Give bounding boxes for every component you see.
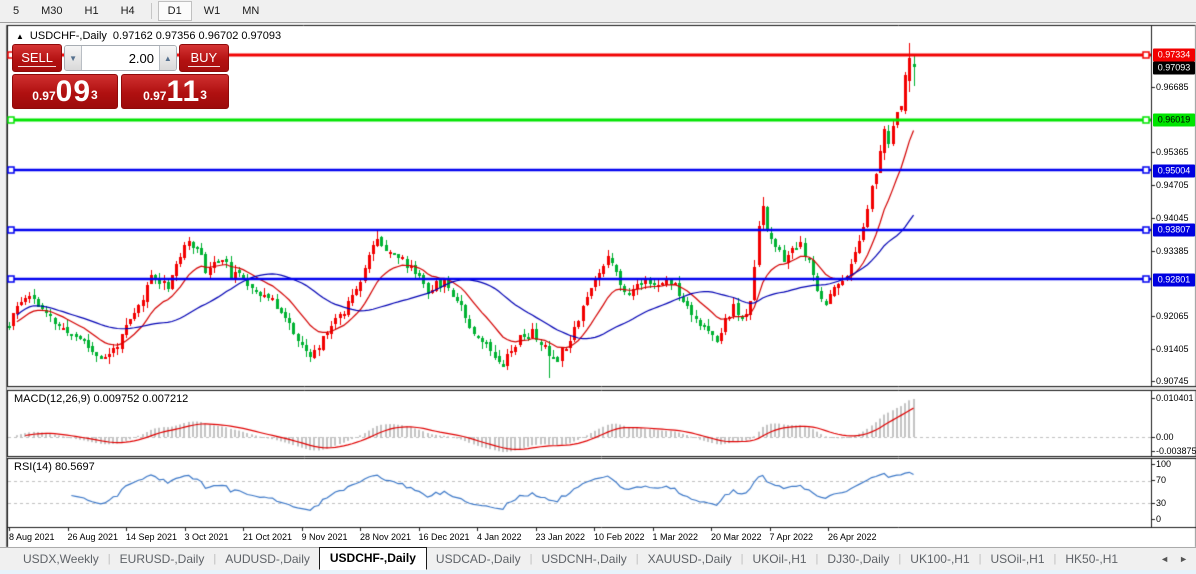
chart-tab-bar: USDX,Weekly|EURUSD-,Daily|AUDUSD-,DailyU…	[0, 547, 1196, 570]
tabs-scroll-left-button[interactable]: ◄	[1160, 554, 1169, 564]
date-label: 16 Dec 2021	[419, 532, 470, 542]
date-label: 23 Jan 2022	[536, 532, 586, 542]
chart-tab-usdcnh-[interactable]: USDCNH-,Daily	[532, 549, 635, 569]
date-label: 8 Aug 2021	[9, 532, 55, 542]
volume-increase-button[interactable]: ▲	[159, 46, 176, 70]
axis-tick-label: 100	[1156, 459, 1171, 469]
timeframe-button-5[interactable]: 5	[3, 1, 29, 21]
trade-price-row: 0.97093 0.97113	[12, 72, 229, 109]
chart-tab-usdx[interactable]: USDX,Weekly	[14, 549, 108, 569]
tab-scroll-buttons: ◄►	[1160, 554, 1196, 564]
axis-tick-label: -0.003875	[1156, 446, 1196, 456]
axis-tick-label: 30	[1156, 498, 1166, 508]
date-label: 4 Jan 2022	[477, 532, 522, 542]
chart-tab-xauusd-[interactable]: XAUUSD-,Daily	[639, 549, 741, 569]
timeframe-toolbar: 5M30H1H4 D1W1MN	[0, 0, 1196, 23]
chart-tab-usdchf-[interactable]: USDCHF-,Daily	[319, 547, 427, 570]
bid-price-sup: 3	[91, 75, 98, 115]
chart-tab-dj30-[interactable]: DJ30-,Daily	[818, 549, 898, 569]
chart-tab-ukoil-[interactable]: UKOil-,H1	[744, 549, 816, 569]
sell-button-label: SELL	[18, 50, 56, 67]
timeframe-button-w1[interactable]: W1	[194, 1, 231, 21]
axis-tick-label: 0.95365	[1156, 147, 1189, 157]
macd-label: MACD(12,26,9) 0.009752 0.007212	[14, 393, 188, 405]
date-label: 7 Apr 2022	[770, 532, 814, 542]
ask-price-big: 11	[166, 77, 200, 107]
ask-price-box[interactable]: 0.97113	[121, 74, 229, 109]
toolbar-separator	[151, 3, 152, 19]
trade-top-row: SELL ▼ ▲ BUY	[12, 44, 229, 72]
date-label: 14 Sep 2021	[126, 532, 177, 542]
bid-price-big: 09	[56, 77, 91, 107]
ask-price-sup: 3	[200, 75, 207, 115]
chart-tab-usoil-[interactable]: USOil-,H1	[982, 549, 1054, 569]
rsi-label: RSI(14) 80.5697	[14, 461, 95, 473]
date-label: 26 Aug 2021	[68, 532, 119, 542]
ask-price-prefix: 0.97	[143, 85, 166, 107]
timeframe-button-d1[interactable]: D1	[158, 1, 192, 21]
chart-symbol-label: USDCHF-,Daily	[30, 30, 107, 42]
timeframe-button-h1[interactable]: H1	[75, 1, 109, 21]
price-badge: 0.97334	[1153, 49, 1195, 62]
axis-tick-label: 0	[1156, 514, 1161, 524]
one-click-trade-panel: SELL ▼ ▲ BUY 0.97093 0.97113	[12, 44, 229, 109]
chart-tab-uk100-[interactable]: UK100-,H1	[901, 549, 978, 569]
timeframe-button-mn[interactable]: MN	[232, 1, 269, 21]
price-badge: 0.96019	[1153, 114, 1195, 127]
arrow-up-icon: ▲	[164, 54, 172, 63]
axis-tick-label: 0.93385	[1156, 246, 1189, 256]
date-label: 26 Apr 2022	[828, 532, 877, 542]
price-badge: 0.92801	[1153, 274, 1195, 287]
date-label: 3 Oct 2021	[185, 532, 229, 542]
volume-stepper: ▼ ▲	[64, 45, 176, 71]
axis-tick-label: 0.00	[1156, 432, 1174, 442]
bid-price-prefix: 0.97	[32, 85, 55, 107]
date-label: 28 Nov 2021	[360, 532, 411, 542]
arrow-down-icon: ▼	[69, 54, 77, 63]
volume-decrease-button[interactable]: ▼	[65, 46, 82, 70]
volume-input[interactable]	[82, 46, 159, 70]
timeframe-button-m30[interactable]: M30	[31, 1, 72, 21]
buy-button[interactable]: BUY	[179, 44, 229, 72]
tabs-scroll-right-button[interactable]: ►	[1179, 554, 1188, 564]
timeframe-button-h4[interactable]: H4	[111, 1, 145, 21]
axis-tick-label: 0.96685	[1156, 82, 1189, 92]
buy-button-label: BUY	[188, 50, 221, 67]
chart-tab-audusd-[interactable]: AUDUSD-,Daily	[216, 549, 319, 569]
axis-tick-label: 0.91405	[1156, 344, 1189, 354]
date-label: 20 Mar 2022	[711, 532, 762, 542]
axis-tick-label: 0.92065	[1156, 311, 1189, 321]
chart-ohlc-values: 0.97162 0.97356 0.96702 0.97093	[113, 30, 281, 42]
sell-button[interactable]: SELL	[12, 44, 62, 72]
date-label: 10 Feb 2022	[594, 532, 645, 542]
axis-tick-label: 0.94045	[1156, 213, 1189, 223]
chart-tab-usdcad-[interactable]: USDCAD-,Daily	[427, 549, 530, 569]
chart-header: ▲ USDCHF-,Daily 0.97162 0.97356 0.96702 …	[16, 30, 281, 42]
collapse-arrow-icon[interactable]: ▲	[16, 32, 24, 41]
axis-tick-label: 0.90745	[1156, 376, 1189, 386]
date-label: 21 Oct 2021	[243, 532, 292, 542]
date-label: 1 Mar 2022	[653, 532, 699, 542]
date-label: 9 Nov 2021	[302, 532, 348, 542]
chart-tab-hk50-[interactable]: HK50-,H1	[1056, 549, 1127, 569]
price-badge: 0.93807	[1153, 224, 1195, 237]
mt4-window: 5M30H1H4 D1W1MN ▲ USDCHF-,Daily 0.97162 0…	[0, 0, 1196, 574]
axis-tick-label: 0.010401	[1156, 393, 1194, 403]
axis-tick-label: 0.94705	[1156, 180, 1189, 190]
bid-price-box[interactable]: 0.97093	[12, 74, 118, 109]
price-badge: 0.97093	[1153, 62, 1195, 75]
chart-tab-eurusd-[interactable]: EURUSD-,Daily	[111, 549, 214, 569]
bottom-strip	[0, 570, 1196, 574]
price-badge: 0.95004	[1153, 165, 1195, 178]
axis-tick-label: 70	[1156, 475, 1166, 485]
